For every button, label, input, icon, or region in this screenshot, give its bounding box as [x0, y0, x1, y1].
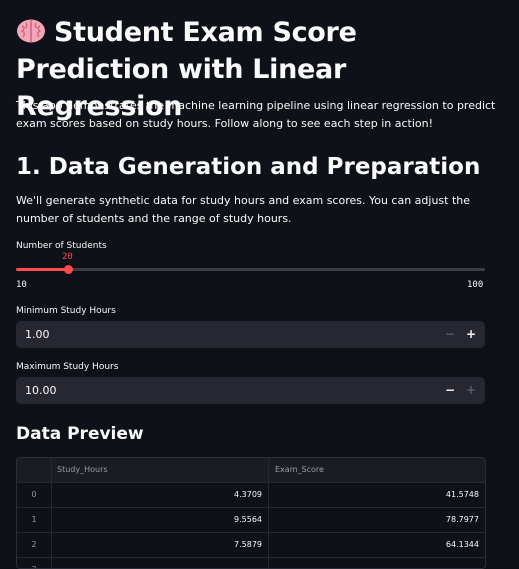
exam-score-cell[interactable]: 64.1344 — [270, 533, 485, 557]
section-heading-data-generation: 1. Data Generation and Preparation — [16, 154, 481, 180]
students-slider-min: 10 — [16, 280, 27, 290]
exam-score-cell[interactable]: 41.5748 — [270, 483, 485, 507]
intro-text: This app demonstrates the machine learni… — [16, 99, 496, 130]
study-hours-cell[interactable]: 4.3709 — [52, 483, 269, 507]
exam-score-cell[interactable]: 78.7977 — [270, 508, 485, 532]
brain-icon — [16, 17, 46, 43]
table-header-study-hours[interactable]: Study_Hours — [52, 458, 269, 482]
students-slider-max: 100 — [467, 280, 484, 290]
students-slider-value: 20 — [62, 252, 73, 262]
row-index: 0 — [17, 483, 52, 507]
table-header-row: Study_Hours Exam_Score — [17, 458, 485, 483]
students-slider[interactable] — [16, 265, 485, 274]
max-hours-label: Maximum Study Hours — [16, 362, 119, 372]
max-hours-decrement-button[interactable]: − — [441, 381, 459, 400]
data-preview-heading: Data Preview — [16, 424, 144, 444]
max-hours-input[interactable]: 10.00 − + — [16, 377, 485, 404]
study-hours-cell[interactable] — [52, 558, 269, 568]
data-preview-table[interactable]: Study_Hours Exam_Score 0 4.3709 41.5748 … — [16, 457, 486, 569]
min-hours-increment-button[interactable]: + — [462, 325, 480, 344]
table-row[interactable]: 2 7.5879 64.1344 — [17, 533, 485, 558]
students-slider-thumb[interactable] — [64, 265, 73, 274]
max-hours-increment-button[interactable]: + — [462, 381, 480, 400]
students-slider-label: Number of Students — [16, 241, 107, 251]
min-hours-value[interactable]: 1.00 — [25, 328, 50, 341]
table-row[interactable]: 0 4.3709 41.5748 — [17, 483, 485, 508]
min-hours-input[interactable]: 1.00 − + — [16, 321, 485, 348]
table-header-index — [17, 458, 52, 482]
study-hours-cell[interactable]: 7.5879 — [52, 533, 269, 557]
row-index: 2 — [17, 533, 52, 557]
table-header-exam-score[interactable]: Exam_Score — [270, 458, 485, 482]
row-index: 1 — [17, 508, 52, 532]
min-hours-decrement-button[interactable]: − — [441, 325, 459, 344]
students-slider-fill — [16, 268, 68, 271]
max-hours-value[interactable]: 10.00 — [25, 384, 57, 397]
exam-score-cell[interactable] — [270, 558, 485, 568]
section-description: We'll generate synthetic data for study … — [16, 194, 471, 225]
study-hours-cell[interactable]: 9.5564 — [52, 508, 269, 532]
table-row[interactable]: 1 9.5564 78.7977 — [17, 508, 485, 533]
table-row[interactable]: 3 — [17, 558, 485, 568]
min-hours-label: Minimum Study Hours — [16, 306, 116, 316]
row-index: 3 — [17, 558, 52, 568]
